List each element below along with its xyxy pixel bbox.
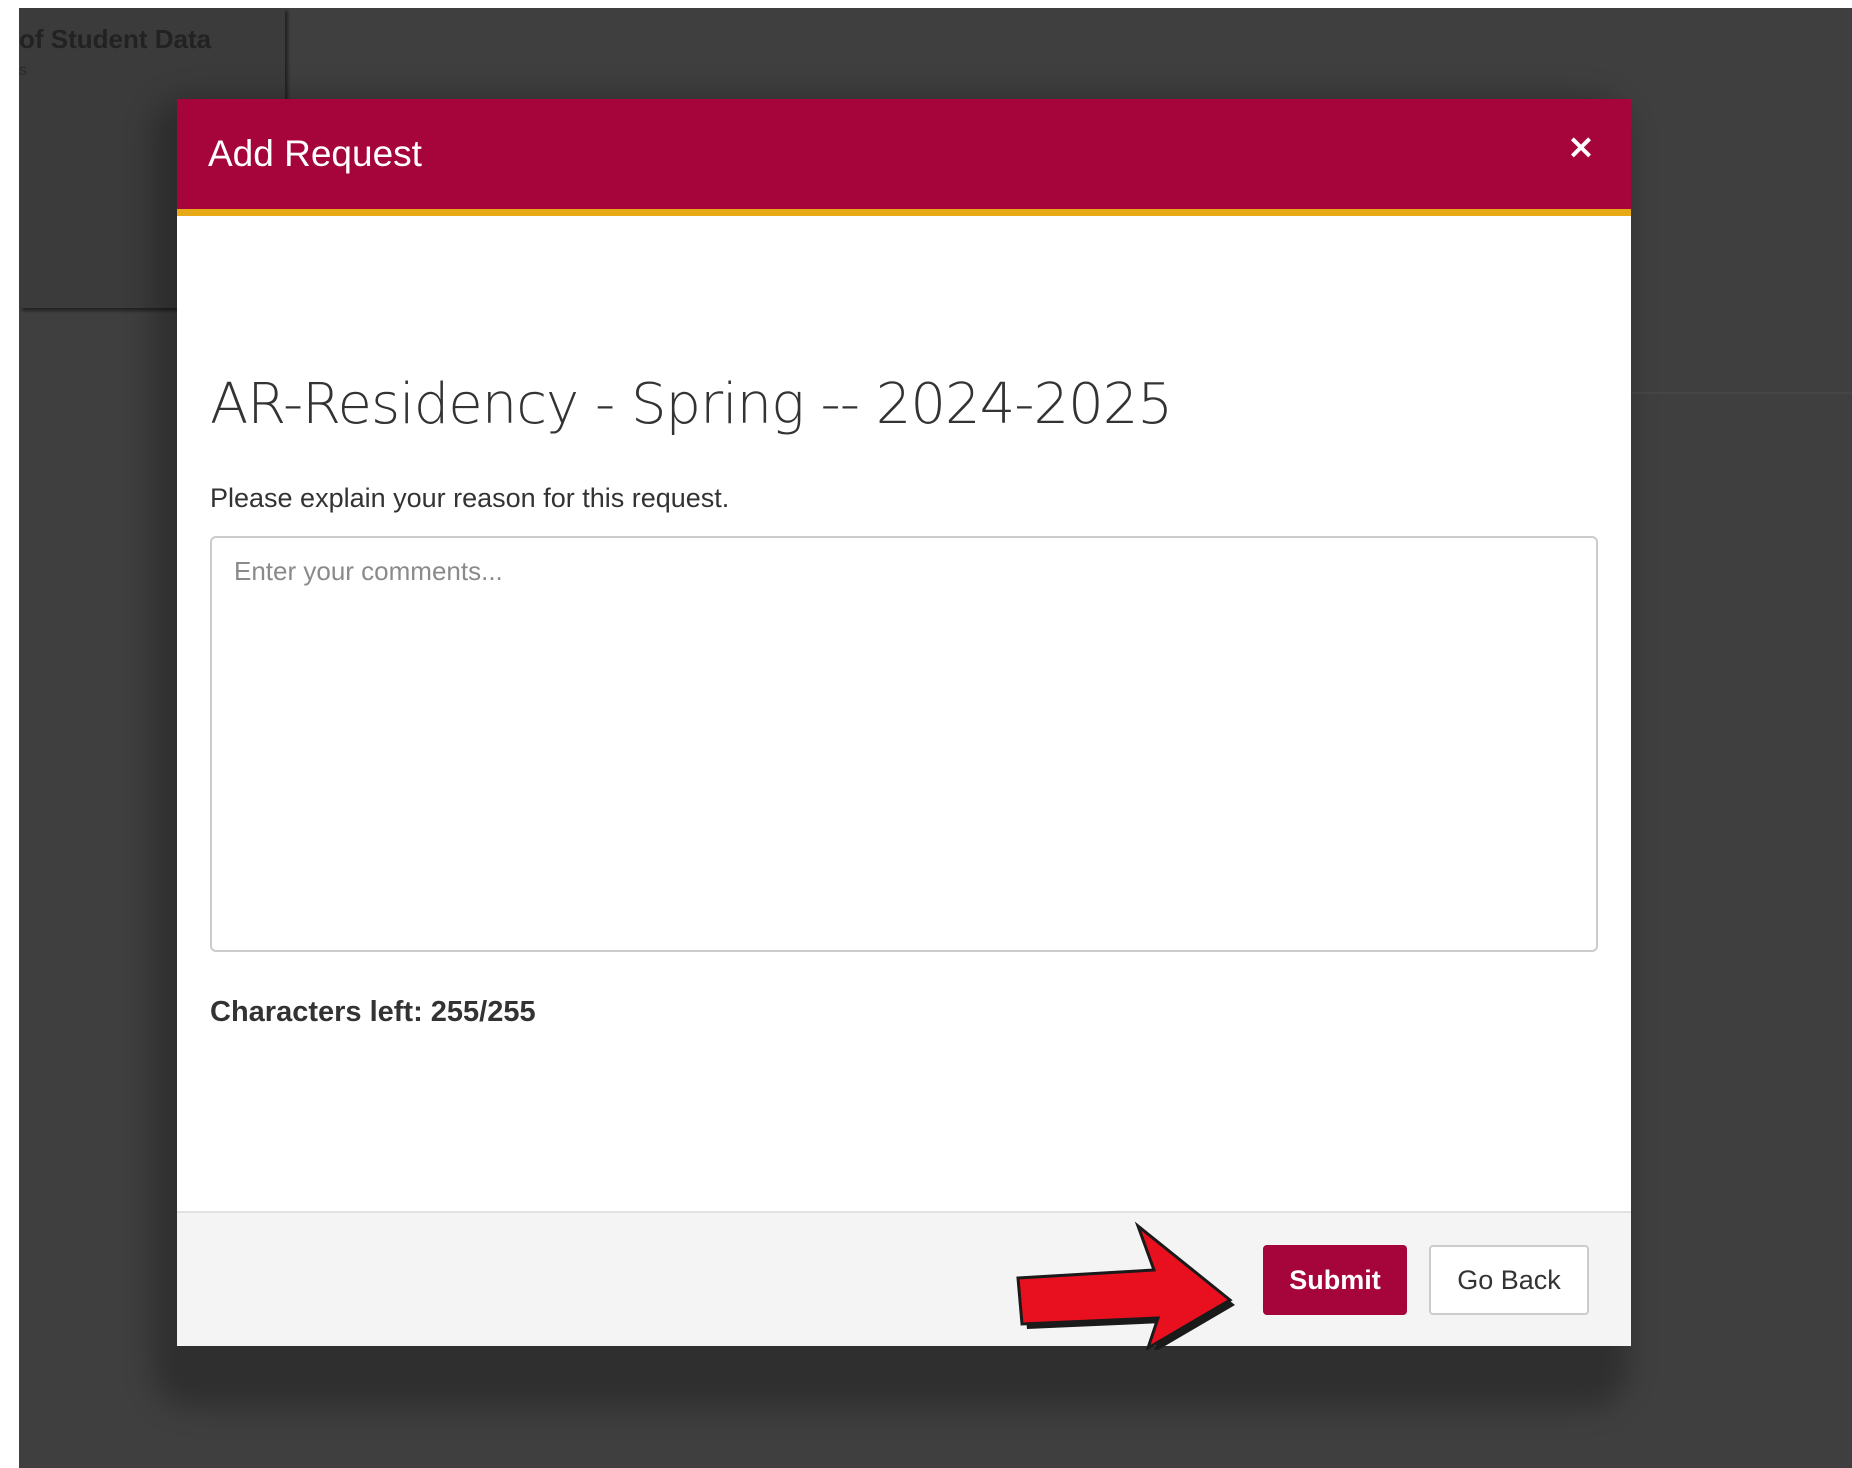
modal-header: Add Request × [177,99,1631,216]
reason-prompt-label: Please explain your reason for this requ… [210,483,730,513]
submit-button[interactable]: Submit [1263,1245,1407,1315]
modal-title: Add Request [208,133,422,174]
background-card-title: of Student Data [19,24,212,54]
modal-footer: Submit Go Back [177,1211,1631,1346]
request-name-heading: AR-Residency - Spring -- 2024-2025 [210,372,1173,437]
comments-input[interactable] [210,536,1598,952]
red-arrow-icon [1016,1221,1235,1350]
characters-left-counter: Characters left: 255/255 [210,996,536,1028]
go-back-button[interactable]: Go Back [1429,1245,1589,1315]
background-card-subtitle: s [19,62,27,79]
close-button[interactable]: × [1559,125,1603,169]
add-request-modal: Add Request × AR-Residency - Spring -- 2… [177,99,1631,1346]
